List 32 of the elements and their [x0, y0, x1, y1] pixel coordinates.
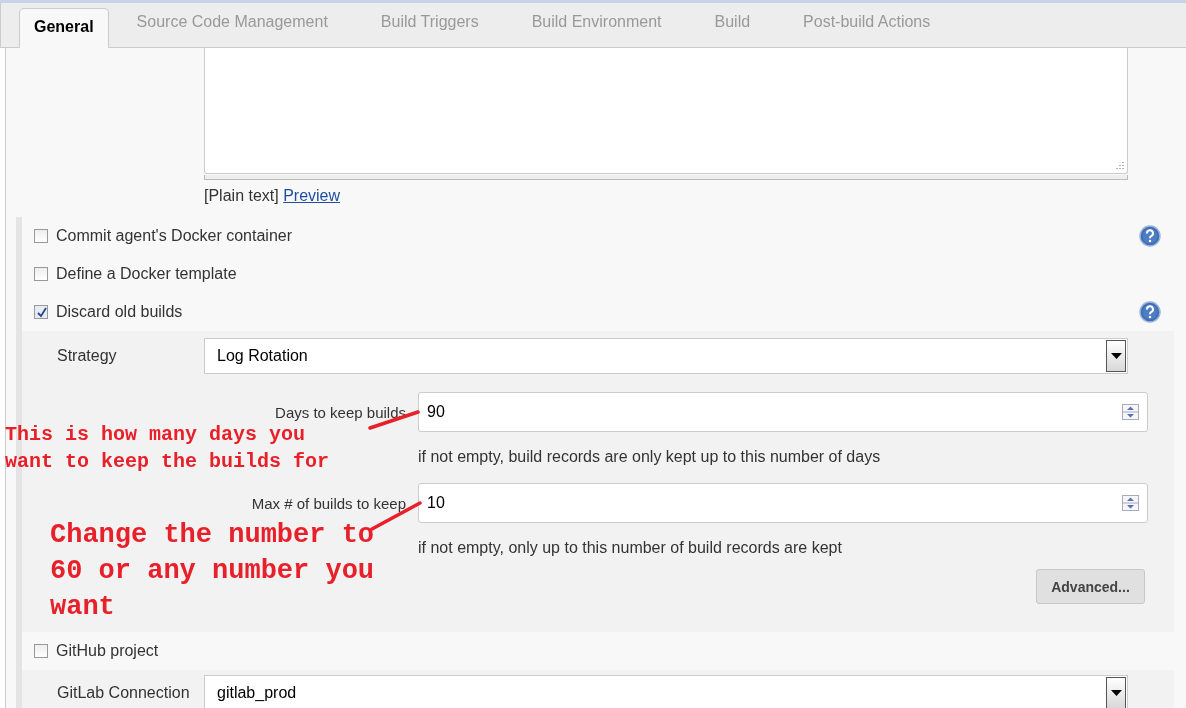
option-label: GitHub project	[56, 642, 159, 660]
strategy-dropdown[interactable]: Log Rotation	[204, 338, 1128, 374]
number-field[interactable]: 10	[418, 483, 1148, 523]
option-label: Define a Docker template	[56, 265, 237, 283]
spinner-icon[interactable]	[1122, 404, 1139, 420]
dropdown-arrow-icon	[1110, 690, 1122, 696]
number-field[interactable]: 90	[418, 392, 1148, 432]
option-label: Discard old builds	[56, 303, 183, 321]
checkbox[interactable]	[34, 305, 48, 319]
resize-grip-icon[interactable]	[1115, 161, 1124, 170]
annotation-text: Change the number to 60 or any number you want	[50, 519, 376, 624]
field-hint: if not empty, only up to this number of build records are kept	[418, 539, 842, 556]
spinner-icon[interactable]	[1122, 495, 1139, 511]
description-field[interactable]	[204, 48, 1128, 174]
advanced-button[interactable]: Advanced...	[1036, 569, 1145, 604]
field-hint: if not empty, build records are only kept up to this number of days	[418, 448, 881, 465]
help-icon[interactable]	[1139, 301, 1161, 323]
resize-handle[interactable]	[204, 175, 1128, 180]
tab[interactable]: General	[19, 8, 109, 48]
dropdown-arrow-icon	[1110, 353, 1122, 359]
gitlab-connection-label: GitLab Connection	[56, 684, 191, 702]
checkbox[interactable]	[34, 644, 48, 658]
preview-link[interactable]: Preview	[283, 187, 341, 204]
strategy-label: Strategy	[56, 347, 118, 365]
annotation-text: This is how many days you want to keep the builds for	[5, 422, 331, 475]
option-label: Commit agent's Docker container	[56, 227, 293, 245]
field-label: Max # of builds to keep	[251, 494, 406, 512]
format-label: [Plain text]	[204, 187, 279, 204]
checkbox[interactable]	[34, 229, 48, 243]
checkbox[interactable]	[34, 267, 48, 281]
gitlab-connection-dropdown[interactable]: gitlab_prod	[204, 675, 1128, 708]
help-icon[interactable]	[1139, 225, 1161, 247]
